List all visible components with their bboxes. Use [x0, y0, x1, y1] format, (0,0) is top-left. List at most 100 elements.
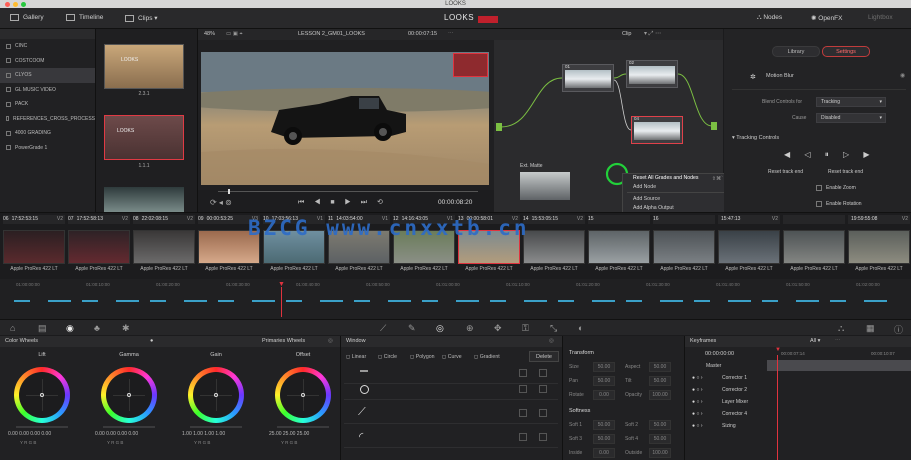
keyframe-row[interactable]: ● ○ › Corrector 1 — [686, 372, 766, 384]
enable-rotation-checkbox[interactable] — [816, 201, 822, 207]
clip-thumbnail[interactable] — [133, 230, 195, 264]
wheel-puck[interactable] — [214, 393, 218, 397]
keyframe-row[interactable]: Master — [686, 360, 766, 372]
still-thumb[interactable]: LOOKS — [104, 44, 184, 89]
timeline-clip-segment[interactable] — [422, 300, 438, 302]
window-tool-curve[interactable]: ◻ Curve — [442, 354, 462, 360]
motion-effects-icon[interactable]: ✱ — [122, 323, 130, 334]
timeline-clip-segment[interactable] — [150, 300, 166, 302]
keyframe-row[interactable]: ● ○ › Layer Mixer — [686, 396, 766, 408]
master-wheel-slider[interactable] — [16, 426, 68, 428]
zoom-dropdown[interactable]: 48% — [204, 31, 215, 37]
keyframe-row[interactable]: ● ○ › Sizing — [686, 420, 766, 432]
info-icon[interactable]: ⓘ — [894, 323, 903, 336]
transform-field-value[interactable]: 50.00 — [649, 420, 671, 430]
keyframe-options-icon[interactable]: ⋯ — [835, 336, 841, 347]
scrubber-bar[interactable] — [218, 191, 478, 192]
reset-track-button[interactable]: Reset track end — [768, 169, 803, 175]
wheel-values[interactable]: 1.00 1.00 1.00 1.00 — [182, 431, 225, 437]
clip-thumbnail[interactable] — [68, 230, 130, 264]
master-keyframe-track[interactable] — [767, 360, 911, 371]
clip-thumbnail[interactable] — [783, 230, 845, 264]
timeline-button[interactable]: Timeline — [66, 14, 103, 21]
timeline-clip-segment[interactable] — [116, 300, 139, 302]
clip-thumbnail[interactable] — [718, 230, 780, 264]
lightbox-button[interactable]: Lightbox — [868, 14, 893, 21]
wheel-puck[interactable] — [40, 393, 44, 397]
timeline-clip-segment[interactable] — [592, 300, 615, 302]
timeline-clip-segment[interactable] — [252, 300, 275, 302]
keyframe-dot-icon[interactable]: ● ○ › — [692, 408, 702, 420]
cause-dropdown[interactable]: Disabled ▾ — [816, 113, 886, 123]
wheel-values[interactable]: 25.00 25.00 25.00 — [269, 431, 309, 437]
window-tool-circle[interactable]: ◻ Circle — [378, 354, 397, 360]
timeline-clip-segment[interactable] — [626, 300, 642, 302]
window-tool-gradient[interactable]: ◻ Gradient — [474, 354, 500, 360]
rgb-mixer-icon[interactable]: ♣ — [94, 323, 100, 333]
curves-icon[interactable]: ⟋ — [380, 323, 386, 334]
scrubber-handle[interactable] — [228, 189, 230, 194]
color-wheel[interactable] — [275, 367, 331, 423]
wheels-mode-dropdown[interactable]: Primaries Wheels — [262, 336, 305, 347]
blend-dropdown[interactable]: Tracking ▾ — [816, 97, 886, 107]
qualifier-icon[interactable]: ✎ — [408, 323, 416, 334]
key-icon[interactable]: ⚿ — [522, 323, 529, 334]
transform-field-value[interactable]: 50.00 — [649, 376, 671, 386]
album-item[interactable]: CLYOS — [0, 68, 95, 83]
timeline-clip-segment[interactable] — [184, 300, 207, 302]
window-row-curve[interactable]: ◜ — [344, 428, 558, 448]
transform-field-value[interactable]: 0.00 — [593, 448, 615, 458]
viewer-tools-icon[interactable]: ▭ ▣ ⌖ — [226, 31, 243, 38]
wheel-puck[interactable] — [301, 393, 305, 397]
timeline-clip-segment[interactable] — [796, 300, 819, 302]
track-buttons[interactable]: ◀ ◁ ⏸ ▷ ▶ — [784, 150, 876, 160]
timeline-clip-segment[interactable] — [354, 300, 370, 302]
timeline-clip-segment[interactable] — [490, 300, 506, 302]
reset-wheels-icon[interactable]: ◎ — [328, 336, 333, 347]
window-tool-linear[interactable]: ◻ Linear — [346, 354, 366, 360]
master-wheel-slider[interactable] — [103, 426, 155, 428]
keyframe-row[interactable]: ● ○ › Corrector 4 — [686, 408, 766, 420]
context-menu-item[interactable]: Add Node — [623, 183, 733, 192]
window-row-polygon[interactable]: ⟋ — [344, 404, 558, 424]
album-item[interactable]: PowerGrade 1 — [0, 141, 95, 156]
reset-window-icon[interactable]: ◎ — [549, 336, 554, 347]
album-item[interactable]: GL MUSIC VIDEO — [0, 83, 95, 98]
keyframe-dot-icon[interactable]: ● ○ › — [692, 396, 702, 408]
transform-field-value[interactable]: 50.00 — [593, 376, 615, 386]
master-wheel-slider[interactable] — [190, 426, 242, 428]
loop-icon[interactable]: ⟳ ◂ ⊚ — [210, 198, 232, 207]
color-wheel[interactable] — [14, 367, 70, 423]
timeline-clip-segment[interactable] — [694, 300, 710, 302]
clip-thumbnail[interactable] — [588, 230, 650, 264]
transform-field-value[interactable]: 50.00 — [649, 434, 671, 444]
timeline-clip-segment[interactable] — [830, 300, 846, 302]
viewer-options-icon[interactable]: ⋯ — [448, 31, 454, 37]
master-wheel-slider[interactable] — [277, 426, 329, 428]
node-tools-icon[interactable]: ▾ ⤢ ⋯ — [644, 30, 661, 38]
wheel-values[interactable]: 0.00 0.00 0.00 0.00 — [8, 431, 51, 437]
window-row-circle[interactable] — [344, 380, 558, 400]
window-tool-polygon[interactable]: ◻ Polygon — [410, 354, 435, 360]
album-item[interactable]: CINC — [0, 39, 95, 54]
playback-buttons[interactable]: ⏮ ◀ ■ ▶ ⏭ ⟲ — [298, 198, 387, 207]
tab-library[interactable]: Library — [772, 46, 820, 57]
nodes-button[interactable]: ⛬ Nodes — [757, 14, 782, 22]
clips-button[interactable]: Clips ▾ — [125, 14, 158, 22]
transform-field-value[interactable]: 50.00 — [593, 362, 615, 372]
still-thumb[interactable] — [104, 187, 184, 212]
delete-window-button[interactable]: Delete — [529, 351, 559, 362]
timeline-clip-segment[interactable] — [558, 300, 574, 302]
tracking-controls-section[interactable]: ▾ Tracking Controls — [732, 135, 779, 141]
keyframe-filter-dropdown[interactable]: All ▾ — [810, 336, 820, 347]
keyframe-dot-icon[interactable]: ● ○ › — [692, 384, 702, 396]
camera-raw-icon[interactable]: ⌂ — [10, 323, 15, 333]
keyframe-dot-icon[interactable]: ● ○ › — [692, 420, 702, 432]
scopes-icon[interactable]: ▦ — [866, 323, 875, 334]
keyframe-playhead[interactable]: ▼ — [775, 347, 781, 353]
reset-icon[interactable]: ◉ — [900, 72, 905, 79]
transform-field-value[interactable]: 50.00 — [593, 434, 615, 444]
tracker-icon[interactable]: ⊕ — [466, 323, 474, 334]
timeline-clip-segment[interactable] — [14, 300, 30, 302]
enable-zoom-checkbox[interactable] — [816, 185, 822, 191]
